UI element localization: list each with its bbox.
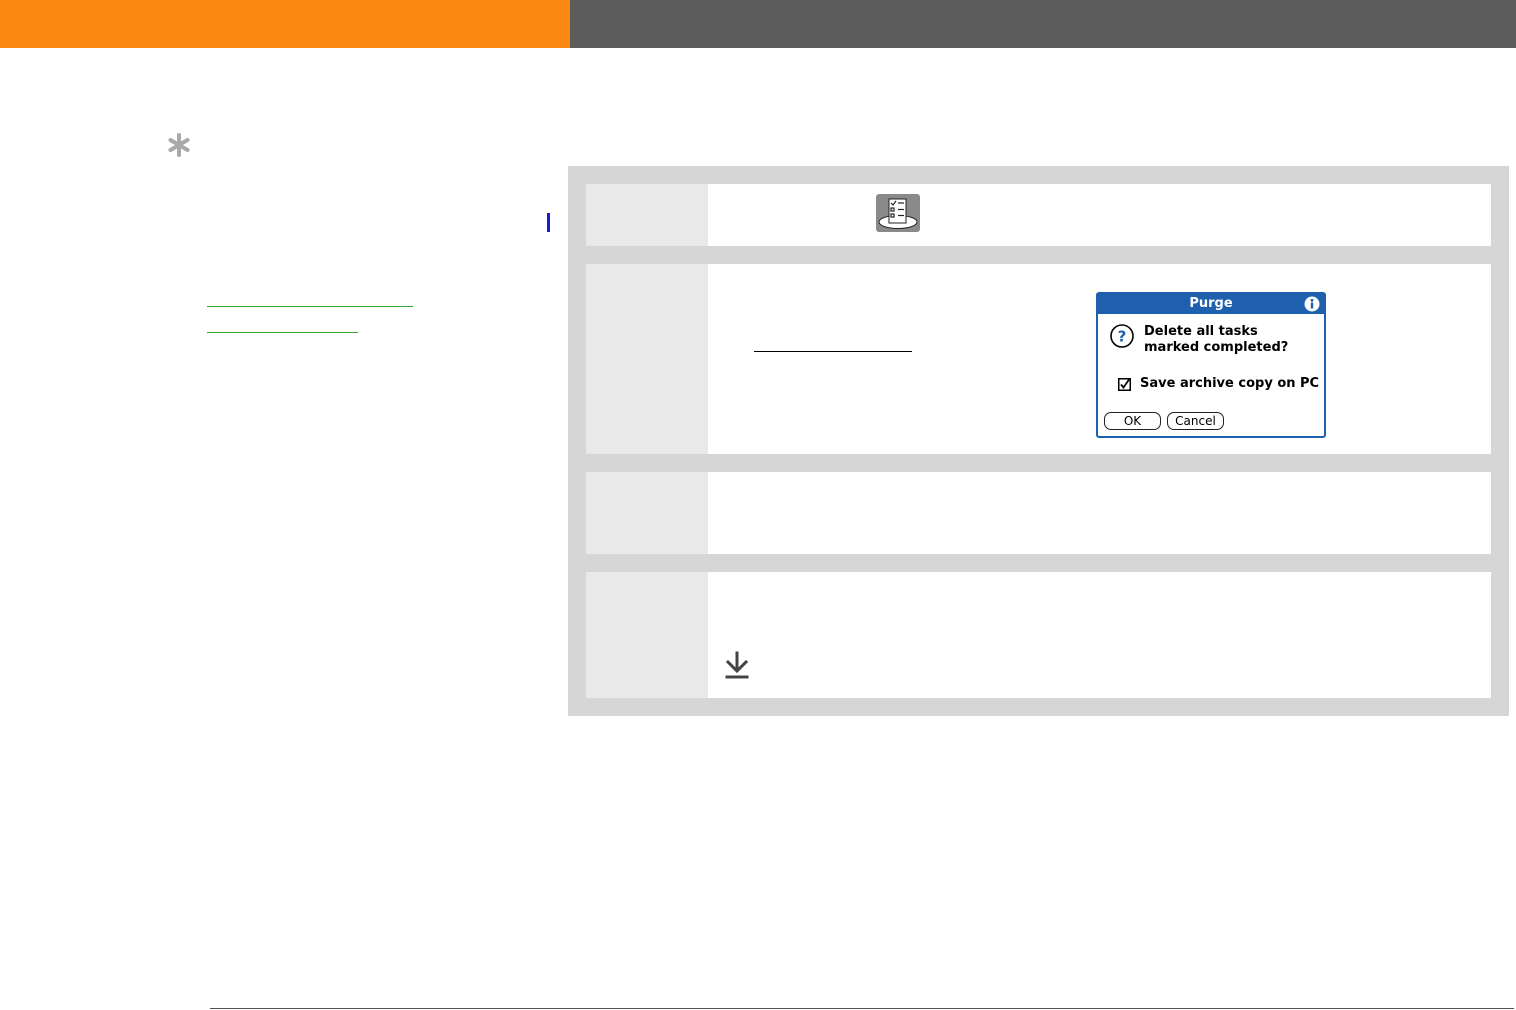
step-number-cell: [586, 572, 708, 698]
change-bar: [547, 213, 550, 232]
step-row: [586, 472, 1491, 554]
purge-dialog: Purge ? Delete all tasks marked complete…: [1096, 292, 1326, 438]
step-row: [586, 572, 1491, 698]
sidebar-link-underline[interactable]: [207, 332, 358, 333]
dialog-message: Delete all tasks marked completed?: [1144, 324, 1319, 356]
download-arrow-icon: [725, 651, 749, 679]
tasks-app-icon[interactable]: [876, 194, 920, 232]
step-row: [586, 184, 1491, 246]
info-icon[interactable]: [1304, 296, 1320, 312]
dialog-message-line: Delete all tasks: [1144, 324, 1258, 339]
dialog-title: Purge: [1098, 294, 1324, 314]
header-bar-orange: [0, 0, 570, 48]
menu-path-underline[interactable]: [754, 351, 912, 352]
ok-button[interactable]: OK: [1104, 412, 1161, 430]
cancel-button[interactable]: Cancel: [1167, 412, 1224, 430]
step-row: Purge ? Delete all tasks marked complete…: [586, 264, 1491, 454]
header-bar-gray: [570, 0, 1516, 48]
step-number-cell: [586, 264, 708, 454]
steps-panel: Purge ? Delete all tasks marked complete…: [568, 166, 1509, 716]
dialog-message-line: marked completed?: [1144, 340, 1289, 355]
checkbox-label[interactable]: Save archive copy on PC: [1140, 376, 1319, 391]
question-icon: ?: [1110, 324, 1134, 348]
footer-rule: [210, 1008, 1514, 1009]
step-number-cell: [586, 184, 708, 246]
step-number-cell: [586, 472, 708, 554]
svg-text:?: ?: [1118, 328, 1127, 346]
sidebar-link-underline[interactable]: [207, 306, 413, 307]
asterisk-icon: [168, 133, 190, 157]
checkbox-checked-icon[interactable]: [1118, 378, 1131, 391]
